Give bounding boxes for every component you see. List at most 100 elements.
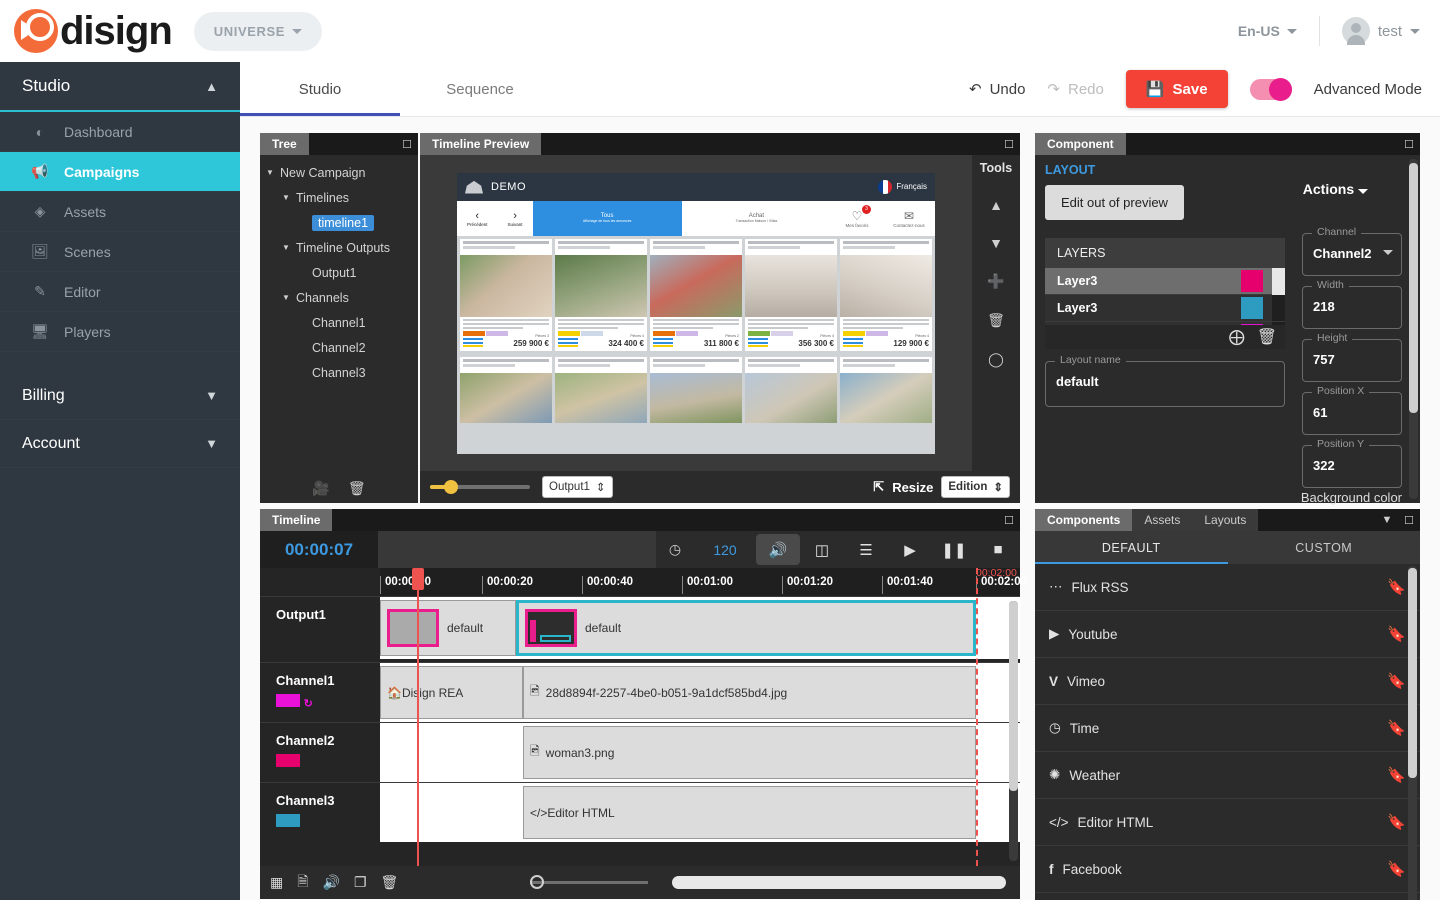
- timeline-clip[interactable]: 🖻 28d8894f-2257-4be0-b051-9a1dcf585bd4.j…: [523, 666, 976, 719]
- split-icon[interactable]: ◫: [800, 531, 844, 568]
- clock-icon[interactable]: ◷: [656, 531, 694, 568]
- timeline-clip[interactable]: 🖻 woman3.png: [523, 726, 976, 779]
- sidebar-section-account[interactable]: Account ▼: [0, 420, 240, 468]
- sidebar-header-studio[interactable]: Studio ▲: [0, 62, 240, 112]
- position-y-field[interactable]: Position Y 322: [1302, 438, 1402, 488]
- tree-node-timeline1[interactable]: timeline1: [260, 210, 418, 235]
- tree-node-timeline-outputs[interactable]: ▼ Timeline Outputs: [260, 235, 418, 260]
- preview-stage[interactable]: DEMO Français ‹ Précédent › Suivant Tous: [420, 155, 972, 471]
- film-icon[interactable]: 🎥: [312, 480, 329, 497]
- tree-node-channels[interactable]: ▼ Channels: [260, 285, 418, 310]
- plus-icon[interactable]: ➕: [987, 273, 1004, 290]
- user-menu[interactable]: test: [1341, 17, 1420, 45]
- duplicate-file-icon[interactable]: 🗎: [297, 871, 308, 895]
- track-body[interactable]: 🖻 woman3.png: [380, 722, 1020, 782]
- bookmark-icon[interactable]: 🔖: [1387, 766, 1406, 784]
- timeline-zoom-slider[interactable]: [530, 875, 649, 889]
- preview-zoom-slider[interactable]: [430, 480, 530, 494]
- bookmark-icon[interactable]: 🔖: [1387, 625, 1406, 643]
- width-field[interactable]: Width 218: [1302, 279, 1402, 329]
- arrow-up-icon[interactable]: ▲: [989, 197, 1003, 213]
- sidebar-item-editor[interactable]: ✎ Editor: [0, 272, 240, 312]
- component-item-flux-rss[interactable]: ⋯ Flux RSS 🔖: [1035, 564, 1420, 611]
- sidebar-item-players[interactable]: 🖥 Players: [0, 312, 240, 352]
- advanced-mode-toggle[interactable]: [1249, 77, 1292, 101]
- maximize-icon[interactable]: ☐: [998, 133, 1020, 155]
- preview-output-select[interactable]: Output1 ⇕: [542, 476, 613, 498]
- position-x-field[interactable]: Position X 61: [1302, 385, 1402, 435]
- component-item-editor-html[interactable]: </> Editor HTML 🔖: [1035, 799, 1420, 846]
- maximize-icon[interactable]: ☐: [1398, 133, 1420, 155]
- component-item-time[interactable]: ◷ Time 🔖: [1035, 705, 1420, 752]
- delete-layer-icon[interactable]: 🗑: [1257, 327, 1277, 347]
- brand-logo[interactable]: disign: [0, 9, 173, 54]
- layer-color-swatch[interactable]: [1241, 297, 1263, 319]
- sidebar-item-assets[interactable]: ◈ Assets: [0, 192, 240, 232]
- track-body[interactable]: default default: [380, 596, 1020, 659]
- bookmark-icon[interactable]: 🔖: [1387, 860, 1406, 878]
- channel-select[interactable]: Channel Channel2: [1302, 226, 1402, 276]
- actions-dropdown[interactable]: Actions: [1303, 181, 1368, 197]
- redo-button[interactable]: ↷ Redo: [1047, 80, 1103, 99]
- timeline-ruler[interactable]: 00:00:00 00:00:20 00:00:40 00:01:00 00:0…: [260, 567, 1027, 596]
- edit-out-of-preview-button[interactable]: Edit out of preview: [1045, 185, 1184, 220]
- height-field[interactable]: Height 757: [1302, 332, 1402, 382]
- layer-row[interactable]: Layer3: [1045, 295, 1285, 322]
- tab-layouts[interactable]: Layouts: [1192, 509, 1259, 531]
- timeline-clip[interactable]: default: [380, 600, 516, 656]
- maximize-icon[interactable]: ☐: [396, 133, 418, 155]
- chevron-down-icon[interactable]: ▼: [1376, 509, 1398, 531]
- layer-row[interactable]: Layer3: [1045, 268, 1285, 295]
- timeline-clip[interactable]: default: [516, 600, 976, 656]
- component-item-weather[interactable]: ✺ Weather 🔖: [1035, 752, 1420, 799]
- save-button[interactable]: 💾 Save: [1125, 70, 1228, 108]
- timeline-clip[interactable]: 🏠 Disign REA: [380, 666, 523, 719]
- trash-icon[interactable]: 🗑: [987, 312, 1005, 329]
- tab-components[interactable]: Components: [1035, 509, 1133, 531]
- timeline-clip[interactable]: </> Editor HTML: [523, 786, 976, 839]
- timeline-vertical-scrollbar[interactable]: [1009, 601, 1018, 861]
- timeline-horizontal-scrollbar[interactable]: [672, 876, 1006, 889]
- pause-icon[interactable]: ❚❚: [932, 531, 976, 568]
- sidebar-item-scenes[interactable]: 🖼 Scenes: [0, 232, 240, 272]
- timeline-panel-tab[interactable]: Timeline: [260, 509, 333, 531]
- bookmark-icon[interactable]: 🔖: [1387, 813, 1406, 831]
- sidebar-item-dashboard[interactable]: ◐ Dashboard: [0, 112, 240, 152]
- bookmark-icon[interactable]: 🔖: [1387, 719, 1406, 737]
- tree-node-channel3[interactable]: Channel3: [260, 360, 418, 385]
- tree-node-channel1[interactable]: Channel1: [260, 310, 418, 335]
- component-item-vimeo[interactable]: V Vimeo 🔖: [1035, 658, 1420, 705]
- volume-icon[interactable]: 🔊: [323, 874, 340, 891]
- subtab-default[interactable]: DEFAULT: [1035, 531, 1228, 564]
- add-layer-icon[interactable]: ⨁: [1229, 327, 1245, 347]
- timeline-fps[interactable]: 120: [694, 531, 756, 568]
- tree-node-channel2[interactable]: Channel2: [260, 335, 418, 360]
- layer-color-swatch[interactable]: [1241, 270, 1263, 292]
- component-panel-tab[interactable]: Component: [1035, 133, 1126, 155]
- stop-icon[interactable]: ■: [976, 531, 1020, 568]
- maximize-icon[interactable]: ☐: [998, 509, 1020, 531]
- copy-icon[interactable]: ❐: [354, 874, 367, 891]
- timeline-playhead[interactable]: [412, 568, 424, 866]
- sidebar-item-campaigns[interactable]: 📢 Campaigns: [0, 152, 240, 192]
- subtab-custom[interactable]: CUSTOM: [1228, 531, 1421, 564]
- tree-node-timelines[interactable]: ▼ Timelines: [260, 185, 418, 210]
- maximize-icon[interactable]: ☐: [1398, 509, 1420, 531]
- universe-selector[interactable]: UNIVERSE: [193, 11, 323, 51]
- language-selector[interactable]: En-US: [1238, 23, 1297, 39]
- trash-icon[interactable]: 🗑: [381, 874, 399, 891]
- trash-icon[interactable]: 🗑: [348, 480, 366, 497]
- undo-button[interactable]: ↶ Undo: [969, 80, 1025, 99]
- components-list-scrollbar[interactable]: [1408, 566, 1417, 900]
- tab-assets[interactable]: Assets: [1132, 509, 1193, 531]
- bookmark-icon[interactable]: 🔖: [1387, 578, 1406, 596]
- component-item-facebook[interactable]: f Facebook 🔖: [1035, 846, 1420, 893]
- tree-panel-tab[interactable]: Tree: [260, 133, 309, 155]
- grid-icon[interactable]: ▦: [270, 874, 283, 891]
- tab-studio[interactable]: Studio: [240, 62, 400, 116]
- component-item-youtube[interactable]: ▶ Youtube 🔖: [1035, 611, 1420, 658]
- arrow-down-icon[interactable]: ▼: [989, 235, 1003, 251]
- volume-icon[interactable]: 🔊: [756, 534, 800, 565]
- circle-icon[interactable]: ◯: [988, 351, 1004, 368]
- bookmark-icon[interactable]: 🔖: [1387, 672, 1406, 690]
